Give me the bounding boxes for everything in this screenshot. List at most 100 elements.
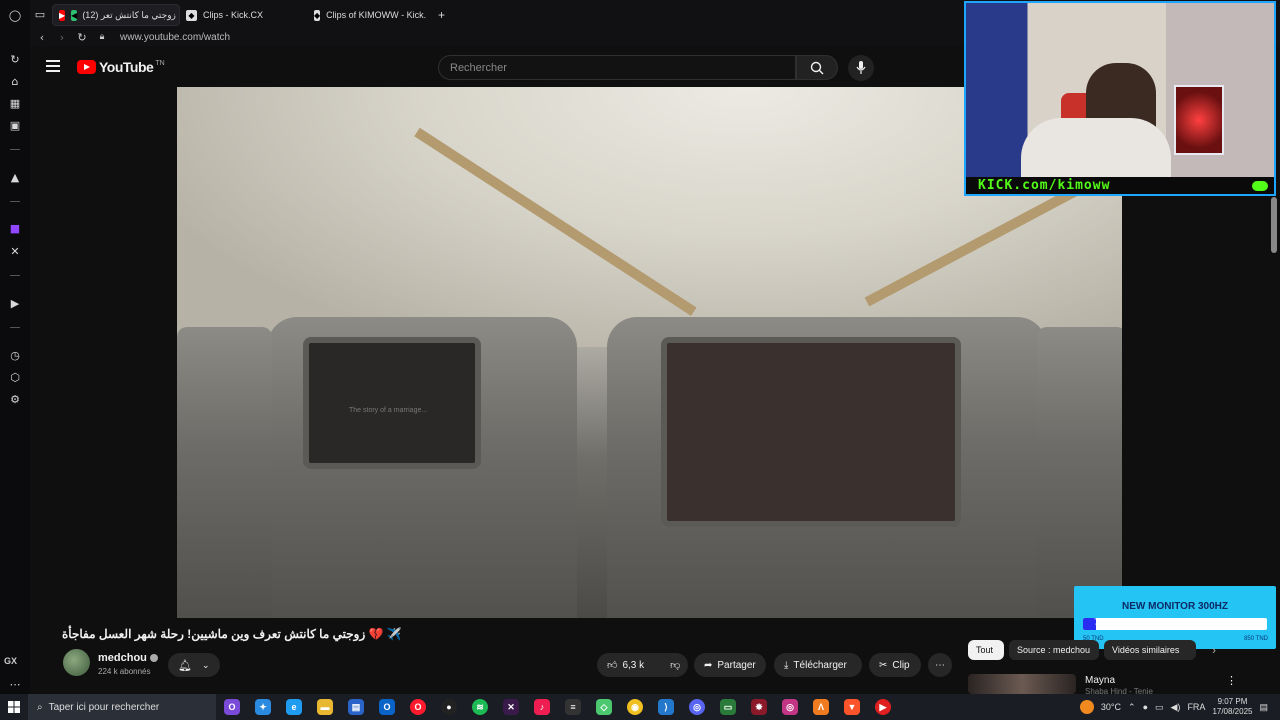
audio-playing-icon[interactable]: ◀ — [71, 9, 78, 21]
system-clock[interactable]: 9:07 PM 17/08/2025 — [1212, 697, 1252, 717]
brave-app-icon[interactable]: ▼ — [844, 699, 860, 715]
like-dislike-group: 👍︎ 6,3 k 👎︎ — [597, 653, 688, 677]
more-dots-icon[interactable]: ⋯ — [7, 676, 23, 692]
like-button[interactable]: 👍︎ 6,3 k — [607, 659, 645, 672]
file-explorer-icon[interactable]: ▬ — [317, 699, 333, 715]
notification-center-icon[interactable]: ▤ — [1259, 702, 1268, 713]
new-tab-button[interactable]: + — [432, 4, 452, 26]
x-twitter-icon[interactable]: ✕ — [7, 243, 23, 259]
refresh-history-icon[interactable]: ↻ — [7, 51, 23, 67]
kick-favicon-icon: ◆ — [186, 9, 197, 21]
goal-title: NEW MONITOR 300HZ — [1122, 601, 1228, 612]
tab-youtube[interactable]: ▶ ◀ (12) زوجتي ما كانتش تعر — [52, 4, 180, 26]
opera-gx-logo-icon[interactable]: ◯ — [7, 7, 23, 23]
terminal-app-icon[interactable]: ▭ — [720, 699, 736, 715]
tab-label: Clips of KIMOWW - Kick. — [326, 10, 427, 20]
goal-progress-label: 7 — [1094, 617, 1100, 627]
spotify-app-icon[interactable]: ≋ — [472, 699, 488, 715]
outlook-app-icon[interactable]: O — [379, 699, 395, 715]
discord-app-icon[interactable]: ◎ — [689, 699, 705, 715]
settings-gear-icon[interactable]: ⚙ — [7, 391, 23, 407]
opera-app-icon[interactable]: O — [410, 699, 426, 715]
thumbs-down-icon[interactable]: 👎︎ — [670, 659, 680, 671]
recommended-video[interactable]: Mayna Shaba Hind - Tenie ⋮ — [968, 672, 1268, 696]
game-app-icon[interactable]: ✸ — [751, 699, 767, 715]
gaming-icon[interactable]: ▦ — [7, 95, 23, 111]
channel-name[interactable]: medchou — [98, 652, 158, 664]
page-scrollbar[interactable] — [1271, 197, 1277, 253]
streamer-shirt — [1021, 118, 1171, 178]
weather-temperature[interactable]: 30°C — [1101, 702, 1121, 712]
kick-channel-banner: KICK.com/kimoww — [966, 177, 1274, 194]
reload-icon[interactable]: ↻ — [74, 29, 90, 45]
tab-label: (12) زوجتي ما كانتش تعر — [82, 9, 176, 20]
chip-similar[interactable]: Vidéos similaires — [1104, 640, 1196, 660]
tab-kick-clips[interactable]: ◆ Clips - Kick.CX — [180, 4, 306, 26]
youtube-wordmark: YouTube — [99, 59, 154, 75]
hamburger-menu-icon[interactable] — [46, 60, 60, 72]
tiktok-app-icon[interactable]: ♪ — [534, 699, 550, 715]
chip-source[interactable]: Source : medchou — [1009, 640, 1099, 660]
back-arrow-icon[interactable]: ‹ — [34, 29, 50, 45]
player-icon[interactable]: ▶ — [7, 295, 23, 311]
taskbar-apps: O ✦ e ▬ ▤ O O ● ≋ ✕ ♪ ≡ ◇ ◉ ⟩ ◎ ▭ ✸ ◎ Λ … — [224, 699, 891, 715]
capcut-app-icon[interactable]: ✕ — [503, 699, 519, 715]
search-input[interactable]: Rechercher — [438, 55, 796, 80]
tab-kimoww-clips[interactable]: ◆ Clips of KIMOWW - Kick. — [308, 4, 432, 26]
channel-avatar[interactable] — [63, 649, 90, 676]
seat-screen-caption: The story of a marriage... — [349, 407, 428, 414]
chip-all[interactable]: Tout — [968, 640, 1004, 660]
stream-webcam-overlay: KICK.com/kimoww — [964, 1, 1276, 196]
capcut-alt-app-icon[interactable]: ≡ — [565, 699, 581, 715]
copilot-app-icon[interactable]: ✦ — [255, 699, 271, 715]
tab-label: Clips - Kick.CX — [203, 10, 264, 20]
volume-icon[interactable]: ◀) — [1171, 702, 1181, 713]
notification-bell-button[interactable]: 🔔︎ ⌄ — [168, 653, 220, 677]
store-app-icon[interactable]: ▤ — [348, 699, 364, 715]
search-button[interactable] — [796, 55, 838, 80]
scissors-icon: ✂ — [879, 659, 888, 671]
download-button[interactable]: ⤓ Télécharger — [774, 653, 862, 677]
windows-start-button[interactable] — [0, 701, 28, 713]
more-vertical-icon[interactable]: ⋮ — [1226, 674, 1237, 687]
forward-arrow-icon[interactable]: › — [54, 29, 70, 45]
microphone-tray-icon[interactable]: ● — [1143, 702, 1148, 712]
more-actions-button[interactable]: ⋯ — [928, 653, 952, 677]
chip-next-chevron-icon[interactable]: › — [1212, 643, 1216, 657]
share-label: Partager — [717, 659, 756, 671]
tab-menu-icon[interactable]: ▭ — [32, 6, 48, 22]
subscriber-count: 224 k abonnés — [98, 667, 151, 676]
history-icon[interactable]: ◷ — [7, 347, 23, 363]
vscode-app-icon[interactable]: ⟩ — [658, 699, 674, 715]
recommended-title: Mayna — [1085, 675, 1116, 686]
search-icon — [810, 61, 824, 74]
lock-icon[interactable]: 🔒︎ — [94, 29, 110, 45]
gx-corner-label[interactable]: GX — [4, 656, 17, 666]
chevron-up-icon[interactable]: ⌃ — [1128, 702, 1136, 713]
voice-search-button[interactable] — [848, 55, 874, 81]
weather-sun-icon[interactable] — [1079, 700, 1094, 714]
opera-gx-app-icon[interactable]: O — [224, 699, 240, 715]
url-field[interactable]: www.youtube.com/watch — [120, 32, 230, 43]
chrome-app-icon[interactable]: ◉ — [627, 699, 643, 715]
obs-app-icon[interactable]: ● — [441, 699, 457, 715]
messenger-icon[interactable]: ▣ — [7, 117, 23, 133]
kick-channel-url: KICK.com/kimoww — [978, 178, 1111, 193]
greenshot-app-icon[interactable]: ◇ — [596, 699, 612, 715]
youtube-logo[interactable]: YouTube TN — [77, 59, 165, 75]
like-count: 6,3 k — [622, 659, 645, 671]
extensions-icon[interactable]: ⬡ — [7, 369, 23, 385]
language-indicator[interactable]: FRA — [1187, 702, 1205, 712]
network-icon[interactable]: ▭ — [1155, 702, 1164, 713]
share-button[interactable]: ➦ Partager — [694, 653, 766, 677]
twitch-icon[interactable]: ■ — [7, 220, 23, 236]
youtube-app-icon[interactable]: ▶ — [875, 699, 891, 715]
launcher-app-icon[interactable]: Λ — [813, 699, 829, 715]
edge-app-icon[interactable]: e — [286, 699, 302, 715]
aria-ai-icon[interactable]: ▲ — [7, 169, 23, 185]
clip-button[interactable]: ✂ Clip — [869, 653, 921, 677]
bag-icon[interactable]: ⌂ — [7, 73, 23, 89]
instagram-app-icon[interactable]: ◎ — [782, 699, 798, 715]
search-icon: ⌕ — [37, 701, 43, 713]
taskbar-search-input[interactable]: ⌕ Taper ici pour rechercher — [28, 694, 216, 720]
